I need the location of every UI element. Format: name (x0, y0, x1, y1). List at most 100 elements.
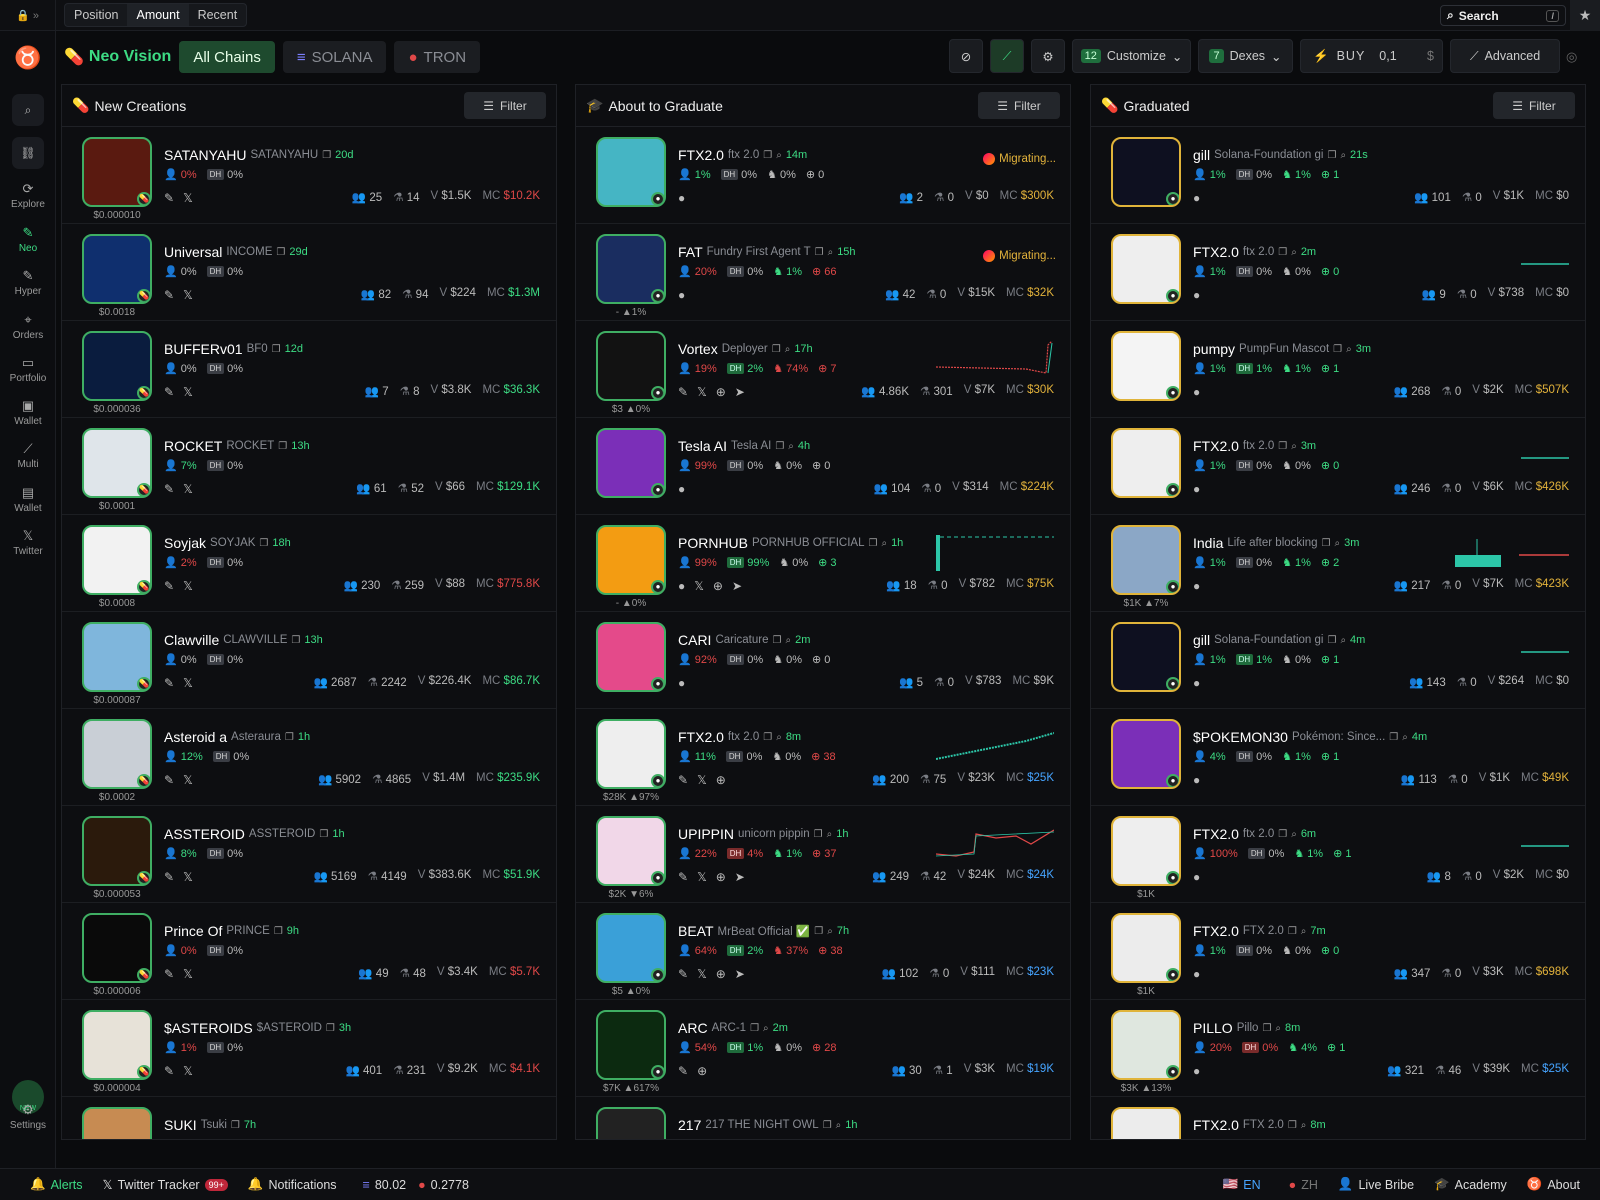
globe-icon[interactable]: ⊕ (716, 967, 726, 981)
bull-logo-icon[interactable]: ♉ (13, 45, 43, 73)
token-avatar[interactable]: ● (1111, 816, 1181, 886)
token-avatar[interactable]: ● (1111, 137, 1181, 207)
globe-icon[interactable]: ⊕ (716, 870, 726, 884)
search-icon[interactable]: ⌕ (1275, 1023, 1281, 1034)
pill-icon[interactable]: ✎ (678, 385, 688, 399)
globe-icon[interactable]: ⊕ (716, 773, 726, 787)
pump-icon[interactable]: ● (1193, 773, 1200, 787)
chain-all-button[interactable]: All Chains (179, 41, 275, 73)
link-icon[interactable]: ⛓ (12, 137, 44, 169)
token-row[interactable]: 💊 $0.000036 BUFFERv01 BF0 ❐ 12d 👤 0% DH 0% ✎ 𝕏 👥 7 ⚗ … (62, 321, 556, 418)
search-icon[interactable]: ⌕ (827, 926, 833, 937)
chart-toggle-icon[interactable]: ⟋ (990, 39, 1024, 73)
token-avatar[interactable]: 💊 (82, 525, 152, 595)
token-row[interactable]: 💊 $0.0008 Soyjak SOYJAK ❐ 18h 👤 2% DH 0% ✎ 𝕏 👥 230 ⚗ … (62, 515, 556, 612)
pump-icon[interactable]: ● (678, 288, 685, 302)
sidebar-item-neo[interactable]: ✎ Neo (0, 225, 56, 254)
alerts-button[interactable]: 🔔 Alerts (30, 1177, 83, 1192)
chain-tron-button[interactable]: ● TRON (394, 41, 481, 73)
pill-icon[interactable]: ✎ (164, 579, 174, 593)
search-icon[interactable]: ⌕ (1346, 344, 1352, 355)
search-icon[interactable]: ⌕ (788, 441, 794, 452)
copy-icon[interactable]: ❐ (775, 441, 784, 452)
pump-icon[interactable]: ● (1193, 1064, 1200, 1078)
search-icon[interactable]: ⌕ (828, 247, 834, 258)
copy-icon[interactable]: ❐ (1389, 732, 1398, 743)
token-avatar[interactable]: ● (1111, 428, 1181, 498)
search-button[interactable]: ⌕ Search / (1440, 5, 1566, 26)
token-row[interactable]: ● gill Solana-Foundation gi ❐ ⌕ 4m 👤 1% DH 1% ♞ 0% ⊕… (1091, 612, 1585, 709)
search-icon[interactable]: ⌕ (785, 344, 791, 355)
token-row[interactable]: ● - ▲0% PORNHUB PORNHUB OFFICIAL ❐ ⌕ 1h 👤 99% DH 9… (576, 515, 1070, 612)
pump-icon[interactable]: ● (1193, 870, 1200, 884)
x-icon[interactable]: 𝕏 (697, 967, 707, 981)
copy-icon[interactable]: ❐ (1288, 926, 1297, 937)
token-row[interactable]: ● $7K ▲617% ARC ARC-1 ❐ ⌕ 2m 👤 54% DH 1% ♞ 0% ⊕ 28 ✎ ⊕ 👥 … (576, 1000, 1070, 1097)
sidebar-item-multi[interactable]: ⟋ Multi (0, 441, 56, 470)
copy-icon[interactable]: ❐ (814, 926, 823, 937)
search-icon[interactable]: ⌕ (763, 1023, 769, 1034)
token-avatar[interactable]: 💊 (82, 137, 152, 207)
token-row[interactable]: 💊 $0.000053 ASSTEROID ASSTEROID ❐ 1h 👤 8% DH 0% ✎ 𝕏… (62, 806, 556, 903)
token-avatar[interactable]: 💊 (82, 1010, 152, 1080)
token-row[interactable]: ● - ▲1% FAT Fundry First Agent T ❐ ⌕ 15h 👤 20% DH… (576, 224, 1070, 321)
pump-icon[interactable]: ● (678, 579, 685, 593)
token-row[interactable]: ● $2K ▼6% UPIPPIN unicorn pippin ❐ ⌕ 1h 👤 22% DH 4… (576, 806, 1070, 903)
token-avatar[interactable]: 💊 (82, 719, 152, 789)
filter-button[interactable]: ☰ Filter (978, 92, 1060, 119)
pump-icon[interactable]: ● (1193, 288, 1200, 302)
token-row[interactable]: ● pumpy PumpFun Mascot ❐ ⌕ 3m 👤 1% DH 1% ♞ 1% ⊕ 1 ● 👥 2… (1091, 321, 1585, 418)
token-avatar[interactable]: ● (1111, 622, 1181, 692)
copy-icon[interactable]: ❐ (1278, 247, 1287, 258)
search-icon[interactable]: ⌕ (1291, 247, 1297, 258)
token-avatar[interactable]: ● (596, 234, 666, 304)
token-avatar[interactable]: ● (596, 428, 666, 498)
search-icon[interactable]: ⌕ (1301, 1120, 1307, 1131)
search-icon[interactable]: ⌕ (1402, 732, 1408, 743)
copy-icon[interactable]: ❐ (763, 150, 772, 161)
token-row[interactable]: 💊 $0.000004 $ASTEROIDS $ASTEROID ❐ 3h 👤 1% DH 0% ✎… (62, 1000, 556, 1097)
sidebar-item-wallet[interactable]: ▣ Wallet (0, 398, 56, 427)
x-icon[interactable]: 𝕏 (183, 482, 193, 496)
pill-icon[interactable]: ✎ (678, 967, 688, 981)
x-icon[interactable]: 𝕏 (183, 385, 193, 399)
pill-icon[interactable]: ✎ (164, 191, 174, 205)
copy-icon[interactable]: ❐ (278, 441, 287, 452)
pump-icon[interactable]: ● (678, 191, 685, 205)
token-avatar[interactable]: ● (1111, 719, 1181, 789)
star-icon[interactable]: ★ (1570, 0, 1600, 31)
tab-recent[interactable]: Recent (189, 4, 247, 26)
globe-icon[interactable]: ⊕ (716, 385, 726, 399)
token-row[interactable]: ● 217217 THE NIGHT OWL ❐ ⌕1h (576, 1097, 1070, 1139)
copy-icon[interactable]: ❐ (750, 1023, 759, 1034)
search-icon[interactable]: ⌕ (776, 732, 782, 743)
token-row[interactable]: ● $1K ▲7% India Life after blocking ❐ ⌕ 3m 👤 1% D… (1091, 515, 1585, 612)
pill-icon[interactable]: ✎ (164, 482, 174, 496)
pill-icon[interactable]: ✎ (164, 967, 174, 981)
copy-icon[interactable]: ❐ (1327, 150, 1336, 161)
pump-icon[interactable]: ● (1193, 385, 1200, 399)
token-avatar[interactable]: ● (596, 622, 666, 692)
copy-icon[interactable]: ❐ (276, 247, 285, 258)
pump-icon[interactable]: ● (678, 676, 685, 690)
copy-icon[interactable]: ❐ (1333, 344, 1342, 355)
token-row[interactable]: 💊 $0.0002 Asteroid a Asteraura ❐ 1h 👤 12% DH 0% ✎ 𝕏… (62, 709, 556, 806)
twitter-tracker-button[interactable]: 𝕏 Twitter Tracker 99+ (103, 1177, 228, 1192)
filter-button[interactable]: ☰ Filter (1493, 92, 1575, 119)
search-icon[interactable]: ⌕ (776, 150, 782, 161)
token-avatar[interactable]: ● (1111, 913, 1181, 983)
copy-icon[interactable]: ❐ (1288, 1120, 1297, 1131)
x-icon[interactable]: 𝕏 (183, 870, 193, 884)
pill-icon[interactable]: ✎ (678, 773, 688, 787)
token-avatar[interactable]: ● (1111, 525, 1181, 595)
copy-icon[interactable]: ❐ (319, 829, 328, 840)
copy-icon[interactable]: ❐ (274, 926, 283, 937)
search-icon[interactable]: ⌕ (12, 94, 44, 126)
tab-position[interactable]: Position (65, 4, 127, 26)
copy-icon[interactable]: ❐ (823, 1120, 832, 1131)
language-en[interactable]: 🇺🇸 EN (1223, 1177, 1261, 1192)
token-avatar[interactable]: ● (596, 331, 666, 401)
copy-icon[interactable]: ❐ (285, 732, 294, 743)
notifications-button[interactable]: 🔔 Notifications (248, 1177, 337, 1192)
copy-icon[interactable]: ❐ (1278, 829, 1287, 840)
